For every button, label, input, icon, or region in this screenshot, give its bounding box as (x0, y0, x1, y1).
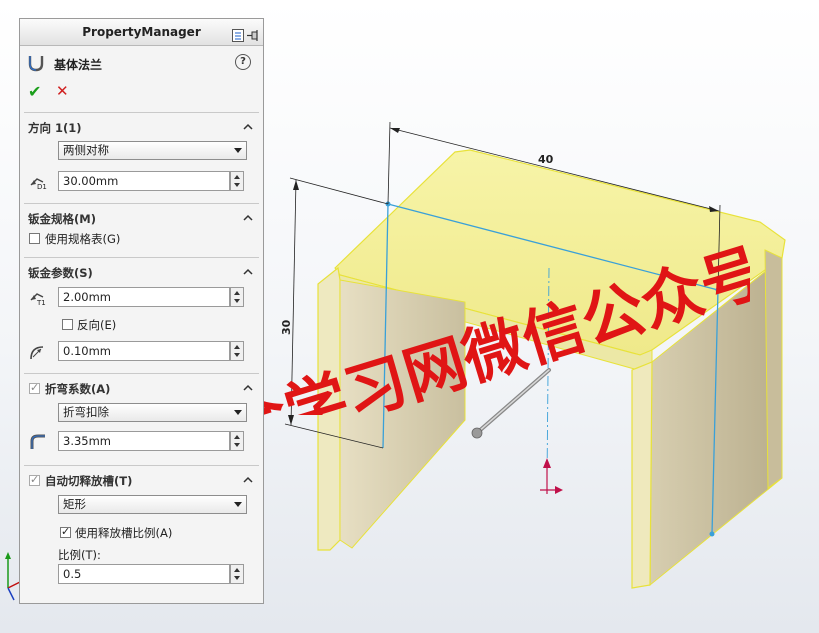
dimension-height-label[interactable]: 30 (280, 319, 293, 335)
bend-allowance-collapse-icon[interactable] (243, 383, 253, 393)
auto-relief-checkbox[interactable] (29, 473, 40, 486)
use-gauge-table-checkbox[interactable] (29, 233, 40, 244)
reverse-checkbox[interactable] (62, 319, 73, 330)
cancel-button[interactable]: ✕ (56, 82, 69, 100)
thickness-input[interactable]: 2.00mm (58, 287, 230, 307)
right-wall-inner (764, 249, 783, 489)
bend-radius-spinner[interactable] (230, 341, 244, 361)
bend-allowance-checkbox[interactable] (29, 381, 40, 394)
left-wall-face (339, 279, 466, 549)
gauge-header[interactable]: 钣金规格(M) (28, 211, 96, 227)
thickness-spinner[interactable] (230, 287, 244, 307)
bend-radius-icon (28, 341, 48, 361)
base-flange-icon (26, 53, 46, 73)
relief-type-value: 矩形 (63, 497, 86, 511)
panel-options-icon[interactable] (232, 25, 244, 42)
gauge-collapse-icon[interactable] (243, 213, 253, 223)
ok-button[interactable]: ✔ (28, 82, 41, 101)
depth-spinner[interactable] (230, 171, 244, 191)
ratio-input[interactable]: 0.5 (58, 564, 230, 584)
ratio-spinner[interactable] (230, 564, 244, 584)
feature-title-row: 基体法兰 ? (26, 53, 257, 75)
auto-relief-header[interactable]: 自动切释放槽(T) (45, 473, 132, 489)
thickness-icon: T1 (28, 287, 48, 307)
help-button[interactable]: ? (235, 54, 251, 70)
direction1-collapse-icon[interactable] (243, 122, 253, 132)
auto-relief-collapse-icon[interactable] (243, 475, 253, 485)
feature-title: 基体法兰 (54, 58, 103, 72)
panel-header: PropertyManager (20, 19, 263, 46)
bend-radius-input[interactable]: 0.10mm (58, 341, 230, 361)
bend-allowance-header[interactable]: 折弯系数(A) (45, 381, 110, 397)
pin-icon[interactable] (247, 25, 259, 41)
bend-deduction-icon (28, 431, 48, 451)
panel-title: PropertyManager (82, 25, 201, 39)
use-relief-ratio-checkbox[interactable] (60, 525, 71, 538)
dimension-width-label[interactable]: 40 (538, 153, 554, 166)
property-manager-panel: PropertyManager 基体法兰 ? ✔ ✕ 方向 1(1) 两侧对称 … (19, 18, 264, 604)
end-condition-select[interactable]: 两侧对称 (58, 141, 247, 160)
bend-allowance-type-select[interactable]: 折弯扣除 (58, 403, 247, 422)
bend-allowance-type-value: 折弯扣除 (63, 405, 109, 419)
relief-type-select[interactable]: 矩形 (58, 495, 247, 514)
svg-text:T1: T1 (36, 299, 46, 307)
use-gauge-table-label: 使用规格表(G) (45, 232, 121, 246)
depth-input[interactable]: 30.00mm (58, 171, 230, 191)
origin-icon (540, 458, 563, 494)
front-left-wall (317, 266, 341, 551)
sheet-params-collapse-icon[interactable] (243, 267, 253, 277)
reverse-label: 反向(E) (77, 318, 117, 332)
bend-deduction-spinner[interactable] (230, 431, 244, 451)
use-relief-ratio-label: 使用释放槽比例(A) (75, 526, 173, 540)
bend-deduction-input[interactable]: 3.35mm (58, 431, 230, 451)
depth-icon: D1 (28, 171, 48, 191)
end-condition-value: 两侧对称 (63, 143, 109, 157)
direction1-header[interactable]: 方向 1(1) (28, 120, 82, 136)
sheet-params-header[interactable]: 钣金参数(S) (28, 265, 93, 281)
ratio-label: 比例(T): (58, 548, 101, 562)
right-wall-edge (631, 361, 653, 589)
svg-text:D1: D1 (37, 183, 47, 191)
